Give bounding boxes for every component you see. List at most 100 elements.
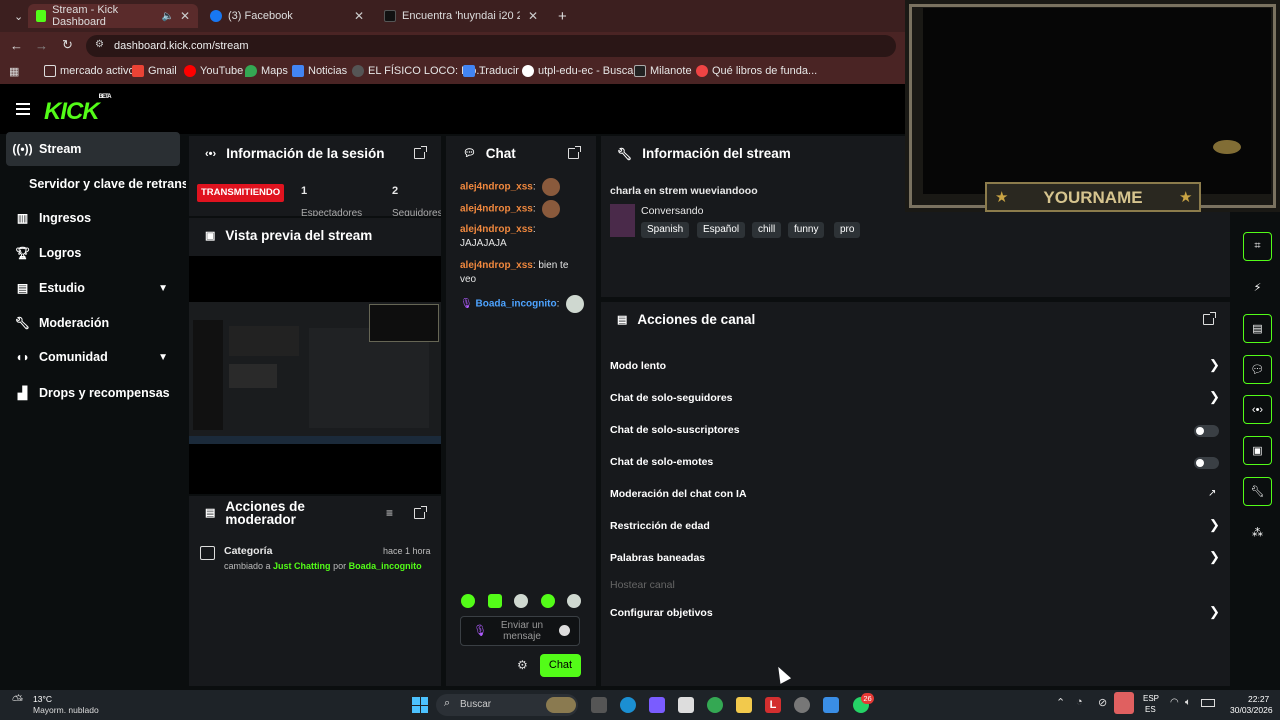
bookmark-youtube[interactable]: YouTube: [184, 65, 243, 77]
action-moderacion-ia[interactable]: Moderación del chat con IA: [610, 488, 747, 500]
emote-icon[interactable]: [514, 594, 528, 608]
apps-grid-icon[interactable]: ▦: [9, 65, 19, 78]
task-view-icon[interactable]: [591, 697, 607, 713]
close-tab-icon[interactable]: ✕: [354, 9, 364, 23]
rail-session-icon[interactable]: ⌗: [1243, 232, 1272, 261]
bookmark-gmail[interactable]: Gmail: [132, 65, 177, 77]
rail-lightning-icon[interactable]: ⚡︎: [1243, 273, 1272, 302]
clock-time[interactable]: 22:27: [1248, 694, 1269, 704]
chat-username[interactable]: alej4ndrop_xss: [460, 260, 533, 271]
bookmark-libros[interactable]: Qué libros de funda...: [696, 65, 817, 77]
tray-icon[interactable]: ◔: [1076, 696, 1083, 708]
bookmark-utpl[interactable]: utpl-edu-ec - Busca...: [522, 65, 643, 77]
windows-start-icon[interactable]: [412, 697, 428, 713]
rail-chat-icon[interactable]: 💬︎: [1243, 355, 1272, 384]
chevron-right-icon[interactable]: ❯: [1209, 357, 1220, 373]
chat-username[interactable]: alej4ndrop_xss: [460, 224, 533, 235]
taskbar-search[interactable]: ⌕ Buscar: [436, 694, 578, 716]
wifi-icon[interactable]: ◠: [1170, 697, 1179, 708]
filter-icon[interactable]: ≡: [386, 506, 393, 520]
chat-username[interactable]: Boada_incognito: [475, 299, 556, 310]
volume-icon[interactable]: 🔈︎: [1185, 697, 1191, 708]
weather-icon[interactable]: ⛅︎: [12, 692, 23, 709]
rail-community-icon[interactable]: ⁂: [1243, 518, 1272, 547]
action-palabras-baneadas[interactable]: Palabras baneadas: [610, 552, 705, 564]
user-link[interactable]: Boada_incognito: [349, 561, 422, 571]
settings-gear-icon[interactable]: ⚙: [517, 658, 528, 672]
app-icon[interactable]: [794, 697, 810, 713]
chevron-right-icon[interactable]: ❯: [1209, 517, 1220, 533]
rail-channel-icon[interactable]: ▣: [1243, 436, 1272, 465]
bookmark-milanote[interactable]: Milanote: [634, 65, 692, 77]
reload-icon[interactable]: ↻: [62, 37, 73, 53]
bookmark-mercado[interactable]: mercado activo: [44, 65, 135, 77]
chevron-right-icon[interactable]: ❯: [1209, 549, 1220, 565]
preview-video[interactable]: [189, 256, 441, 494]
sidebar-item-servidor[interactable]: Servidor y clave de retransn: [6, 167, 186, 201]
external-link-icon[interactable]: ↗: [1208, 488, 1216, 499]
sidebar-item-estudio[interactable]: ▤ Estudio ▼: [6, 271, 180, 305]
copilot-icon[interactable]: [649, 697, 665, 713]
bookmark-noticias[interactable]: Noticias: [292, 65, 347, 77]
chevron-right-icon[interactable]: ❯: [1209, 389, 1220, 405]
chat-input[interactable]: 🎙︎ Enviar un mensaje: [460, 616, 580, 646]
kick-logo[interactable]: KICKBETA: [44, 94, 112, 126]
action-restriccion-edad[interactable]: Restricción de edad: [610, 520, 710, 532]
chevron-right-icon[interactable]: ❯: [1209, 604, 1220, 620]
tab-list-button[interactable]: ⌄: [6, 4, 26, 28]
back-arrow-icon[interactable]: ←: [10, 38, 23, 53]
sidebar-item-moderacion[interactable]: 🔧︎ Moderación: [6, 306, 180, 340]
store-icon[interactable]: [678, 697, 694, 713]
chevron-up-icon[interactable]: ⌃: [1056, 696, 1065, 709]
action-modo-lento[interactable]: Modo lento: [610, 360, 666, 372]
emote-icon[interactable]: [487, 594, 502, 608]
sidebar-item-ingresos[interactable]: ▥ Ingresos: [6, 201, 180, 235]
expand-icon[interactable]: [568, 146, 581, 159]
rail-wrench-icon[interactable]: 🔧︎: [1243, 477, 1272, 506]
emote-icon[interactable]: [461, 594, 475, 608]
site-info-icon[interactable]: ⚙: [95, 39, 104, 50]
edge-icon[interactable]: [620, 697, 636, 713]
action-solo-seguidores[interactable]: Chat de solo-seguidores: [610, 392, 733, 404]
toggle-solo-suscriptores[interactable]: [1194, 425, 1219, 437]
battery-icon[interactable]: [1201, 699, 1215, 707]
expand-icon[interactable]: [414, 506, 427, 519]
sidebar-item-logros[interactable]: 🏆︎ Logros: [6, 236, 180, 270]
rail-broadcast-icon[interactable]: ‹•›: [1243, 395, 1272, 424]
file-explorer-icon[interactable]: [736, 697, 752, 713]
mic-icon[interactable]: 🎙︎: [473, 624, 487, 637]
mute-icon[interactable]: 🔈: [161, 11, 173, 22]
bookmark-traducir[interactable]: Traducir: [463, 65, 519, 77]
close-tab-icon[interactable]: ✕: [180, 9, 190, 23]
category-link[interactable]: Just Chatting: [273, 561, 331, 571]
new-tab-button[interactable]: +: [550, 4, 570, 28]
close-tab-icon[interactable]: ✕: [528, 9, 538, 23]
tab-tiktok[interactable]: Encuentra 'huyndai i20 2026 ra ✕: [376, 4, 546, 28]
keyboard-layout[interactable]: ES: [1145, 705, 1156, 714]
chat-username[interactable]: alej4ndrop_xss: [460, 204, 533, 215]
emote-icon[interactable]: [540, 594, 555, 608]
bookmark-maps[interactable]: Maps: [245, 65, 288, 77]
sidebar-item-drops[interactable]: ▟ Drops y recompensas: [6, 376, 180, 410]
toggle-solo-emotes[interactable]: [1194, 457, 1219, 469]
language-code[interactable]: ESP: [1143, 694, 1159, 703]
mic-active-icon[interactable]: [1114, 692, 1134, 714]
forward-arrow-icon[interactable]: →: [35, 38, 48, 53]
lunacy-app-icon[interactable]: L: [765, 697, 781, 713]
hamburger-menu-icon[interactable]: [16, 103, 30, 115]
emote-icon[interactable]: [567, 594, 581, 608]
chat-username[interactable]: alej4ndrop_xss: [460, 182, 533, 193]
chrome-icon[interactable]: [707, 697, 723, 713]
action-configurar-objetivos[interactable]: Configurar objetivos: [610, 607, 713, 619]
url-field[interactable]: ⚙ dashboard.kick.com/stream: [86, 35, 896, 57]
sidebar-item-stream[interactable]: ((•)) Stream: [6, 132, 180, 166]
tab-facebook[interactable]: (3) Facebook ✕: [202, 4, 372, 28]
rail-document-icon[interactable]: ▤: [1243, 314, 1272, 343]
tab-kick-dashboard[interactable]: Stream - Kick Dashboard 🔈 ✕: [28, 4, 198, 28]
sidebar-item-comunidad[interactable]: ◖◗ Comunidad ▼: [6, 340, 180, 374]
expand-icon[interactable]: [1203, 312, 1216, 325]
notepad-icon[interactable]: [823, 697, 839, 713]
clock-date[interactable]: 30/03/2026: [1230, 705, 1273, 715]
expand-icon[interactable]: [414, 146, 427, 159]
send-chat-button[interactable]: Chat: [540, 654, 581, 677]
